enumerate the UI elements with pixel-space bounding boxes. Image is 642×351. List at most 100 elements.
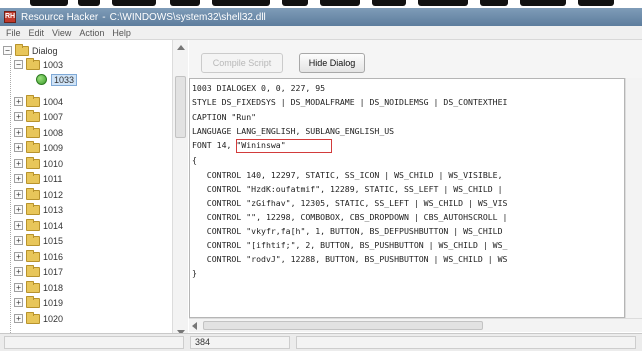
menu-edit[interactable]: Edit bbox=[25, 28, 49, 38]
tree-item-label: Dialog bbox=[32, 45, 58, 56]
status-bar: 384 bbox=[0, 333, 642, 351]
collapse-icon[interactable]: − bbox=[14, 60, 23, 69]
status-cell-empty bbox=[296, 336, 636, 349]
tree-scrollbar[interactable] bbox=[172, 40, 188, 340]
scroll-left-arrow-icon[interactable] bbox=[192, 322, 197, 330]
tree-guide-line bbox=[10, 50, 11, 335]
expand-icon[interactable]: + bbox=[14, 128, 23, 137]
expand-icon[interactable]: + bbox=[14, 159, 23, 168]
tree-item-1015[interactable]: +1015 bbox=[14, 233, 64, 247]
folder-icon bbox=[26, 156, 40, 169]
tree-item-1010[interactable]: +1010 bbox=[14, 156, 64, 170]
tree-item-1033[interactable]: 1033 bbox=[36, 73, 78, 86]
code-line: CONTROL "zGifhav", 12305, STATIC, SS_LEF… bbox=[192, 198, 508, 208]
tree-item-1020[interactable]: +1020 bbox=[14, 311, 63, 325]
tree-item-label: 1004 bbox=[43, 96, 64, 107]
code-line: LANGUAGE LANG_ENGLISH, SUBLANG_ENGLISH_U… bbox=[192, 126, 395, 136]
editor-horizontal-scrollbar[interactable] bbox=[189, 318, 642, 332]
tree-item-1019[interactable]: +1019 bbox=[14, 295, 63, 309]
tree-item-1014[interactable]: +1014 bbox=[14, 218, 64, 232]
tree-scroll-thumb[interactable] bbox=[175, 76, 186, 138]
menu-action[interactable]: Action bbox=[75, 28, 108, 38]
editor-toolbar: Compile Script Hide Dialog bbox=[189, 40, 642, 78]
expand-icon[interactable]: + bbox=[14, 267, 23, 276]
tree-item-1012[interactable]: +1012 bbox=[14, 187, 64, 201]
menu-help[interactable]: Help bbox=[108, 28, 135, 38]
tree-item-label: 1012 bbox=[43, 189, 64, 200]
code-line: } bbox=[192, 268, 197, 278]
tree-item-label: 1017 bbox=[43, 266, 64, 277]
tree-item-label: 1003 bbox=[43, 59, 64, 70]
expand-icon[interactable]: + bbox=[14, 174, 23, 183]
top-banner-strip bbox=[0, 0, 642, 8]
title-bar: RH Resource Hacker - C:\WINDOWS\system32… bbox=[0, 8, 642, 26]
tree-item-1007[interactable]: +1007 bbox=[14, 109, 64, 123]
code-line: CONTROL "", 12298, COMBOBOX, CBS_DROPDOW… bbox=[192, 212, 508, 222]
folder-icon bbox=[26, 264, 40, 277]
editor-vertical-scrollbar[interactable] bbox=[625, 78, 642, 318]
expand-icon[interactable]: + bbox=[14, 314, 23, 323]
app-title: Resource Hacker bbox=[21, 11, 99, 23]
expand-icon[interactable]: + bbox=[14, 190, 23, 199]
expand-icon[interactable]: + bbox=[14, 205, 23, 214]
tree-item-label: 1009 bbox=[43, 142, 64, 153]
editor-hscroll-thumb[interactable] bbox=[203, 321, 483, 330]
tree-item-1016[interactable]: +1016 bbox=[14, 249, 64, 263]
folder-icon bbox=[26, 125, 40, 138]
tree-item-1017[interactable]: +1017 bbox=[14, 264, 64, 278]
resource-tree[interactable]: − Dialog − 1003 1033 +1004 +1007 +1008 +… bbox=[0, 40, 188, 340]
title-separator: - bbox=[102, 11, 106, 23]
code-line: CONTROL "vkyfr,fa[h", 1, BUTTON, BS_DEFP… bbox=[192, 226, 503, 236]
folder-open-icon bbox=[15, 43, 29, 56]
tree-item-label: 1018 bbox=[43, 282, 64, 293]
code-line: CONTROL "[ifhtif;", 2, BUTTON, BS_PUSHBU… bbox=[192, 240, 508, 250]
font-highlight-box bbox=[236, 139, 332, 153]
hide-dialog-button[interactable]: Hide Dialog bbox=[299, 53, 365, 73]
menu-file[interactable]: File bbox=[2, 28, 25, 38]
tree-item-label: 1016 bbox=[43, 251, 64, 262]
expand-icon[interactable]: + bbox=[14, 221, 23, 230]
code-line: CAPTION "Run" bbox=[192, 112, 257, 122]
tree-item-label: 1011 bbox=[43, 173, 63, 184]
collapse-icon[interactable]: − bbox=[3, 46, 12, 55]
folder-icon bbox=[26, 171, 40, 184]
compile-script-button[interactable]: Compile Script bbox=[201, 53, 283, 73]
menu-bar: File Edit View Action Help bbox=[0, 26, 642, 40]
scroll-up-arrow-icon[interactable] bbox=[177, 45, 185, 50]
tree-item-label: 1007 bbox=[43, 111, 64, 122]
code-line: STYLE DS_FIXEDSYS | DS_MODALFRAME | DS_N… bbox=[192, 97, 508, 107]
expand-icon[interactable]: + bbox=[14, 252, 23, 261]
expand-icon[interactable]: + bbox=[14, 97, 23, 106]
folder-icon bbox=[26, 233, 40, 246]
tree-item-label: 1014 bbox=[43, 220, 64, 231]
menu-view[interactable]: View bbox=[48, 28, 75, 38]
code-line: CONTROL 140, 12297, STATIC, SS_ICON | WS… bbox=[192, 170, 503, 180]
script-editor[interactable]: 1003 DIALOGEX 0, 0, 227, 95 STYLE DS_FIX… bbox=[189, 78, 625, 318]
folder-icon bbox=[26, 280, 40, 293]
file-path: C:\WINDOWS\system32\shell32.dll bbox=[109, 11, 266, 23]
expand-icon[interactable]: + bbox=[14, 283, 23, 292]
expand-icon[interactable]: + bbox=[14, 298, 23, 307]
code-line: CONTROL "HzdK:oufatmif", 12289, STATIC, … bbox=[192, 184, 503, 194]
tree-item-1009[interactable]: +1009 bbox=[14, 140, 64, 154]
tree-item-1008[interactable]: +1008 bbox=[14, 125, 63, 139]
tree-item-1018[interactable]: +1018 bbox=[14, 280, 64, 294]
tree-item-label: 1010 bbox=[43, 158, 64, 169]
tree-item-label: 1015 bbox=[43, 235, 64, 246]
folder-icon bbox=[26, 94, 40, 107]
tree-item-dialog[interactable]: − Dialog bbox=[3, 43, 58, 57]
code-line: 1003 DIALOGEX 0, 0, 227, 95 bbox=[192, 83, 326, 93]
folder-icon bbox=[26, 109, 40, 122]
folder-icon bbox=[26, 311, 40, 324]
code-line: CONTROL "rodvJ", 12288, BUTTON, BS_PUSHB… bbox=[192, 254, 508, 264]
resource-leaf-icon bbox=[36, 74, 47, 85]
tree-item-1013[interactable]: +1013 bbox=[14, 202, 64, 216]
tree-item-label: 1013 bbox=[43, 204, 64, 215]
tree-item-1003[interactable]: − 1003 bbox=[14, 57, 64, 71]
expand-icon[interactable]: + bbox=[14, 112, 23, 121]
expand-icon[interactable]: + bbox=[14, 143, 23, 152]
tree-item-1004[interactable]: +1004 bbox=[14, 94, 64, 108]
tree-item-1011[interactable]: +1011 bbox=[14, 171, 63, 185]
status-cell-empty bbox=[4, 336, 184, 349]
expand-icon[interactable]: + bbox=[14, 236, 23, 245]
